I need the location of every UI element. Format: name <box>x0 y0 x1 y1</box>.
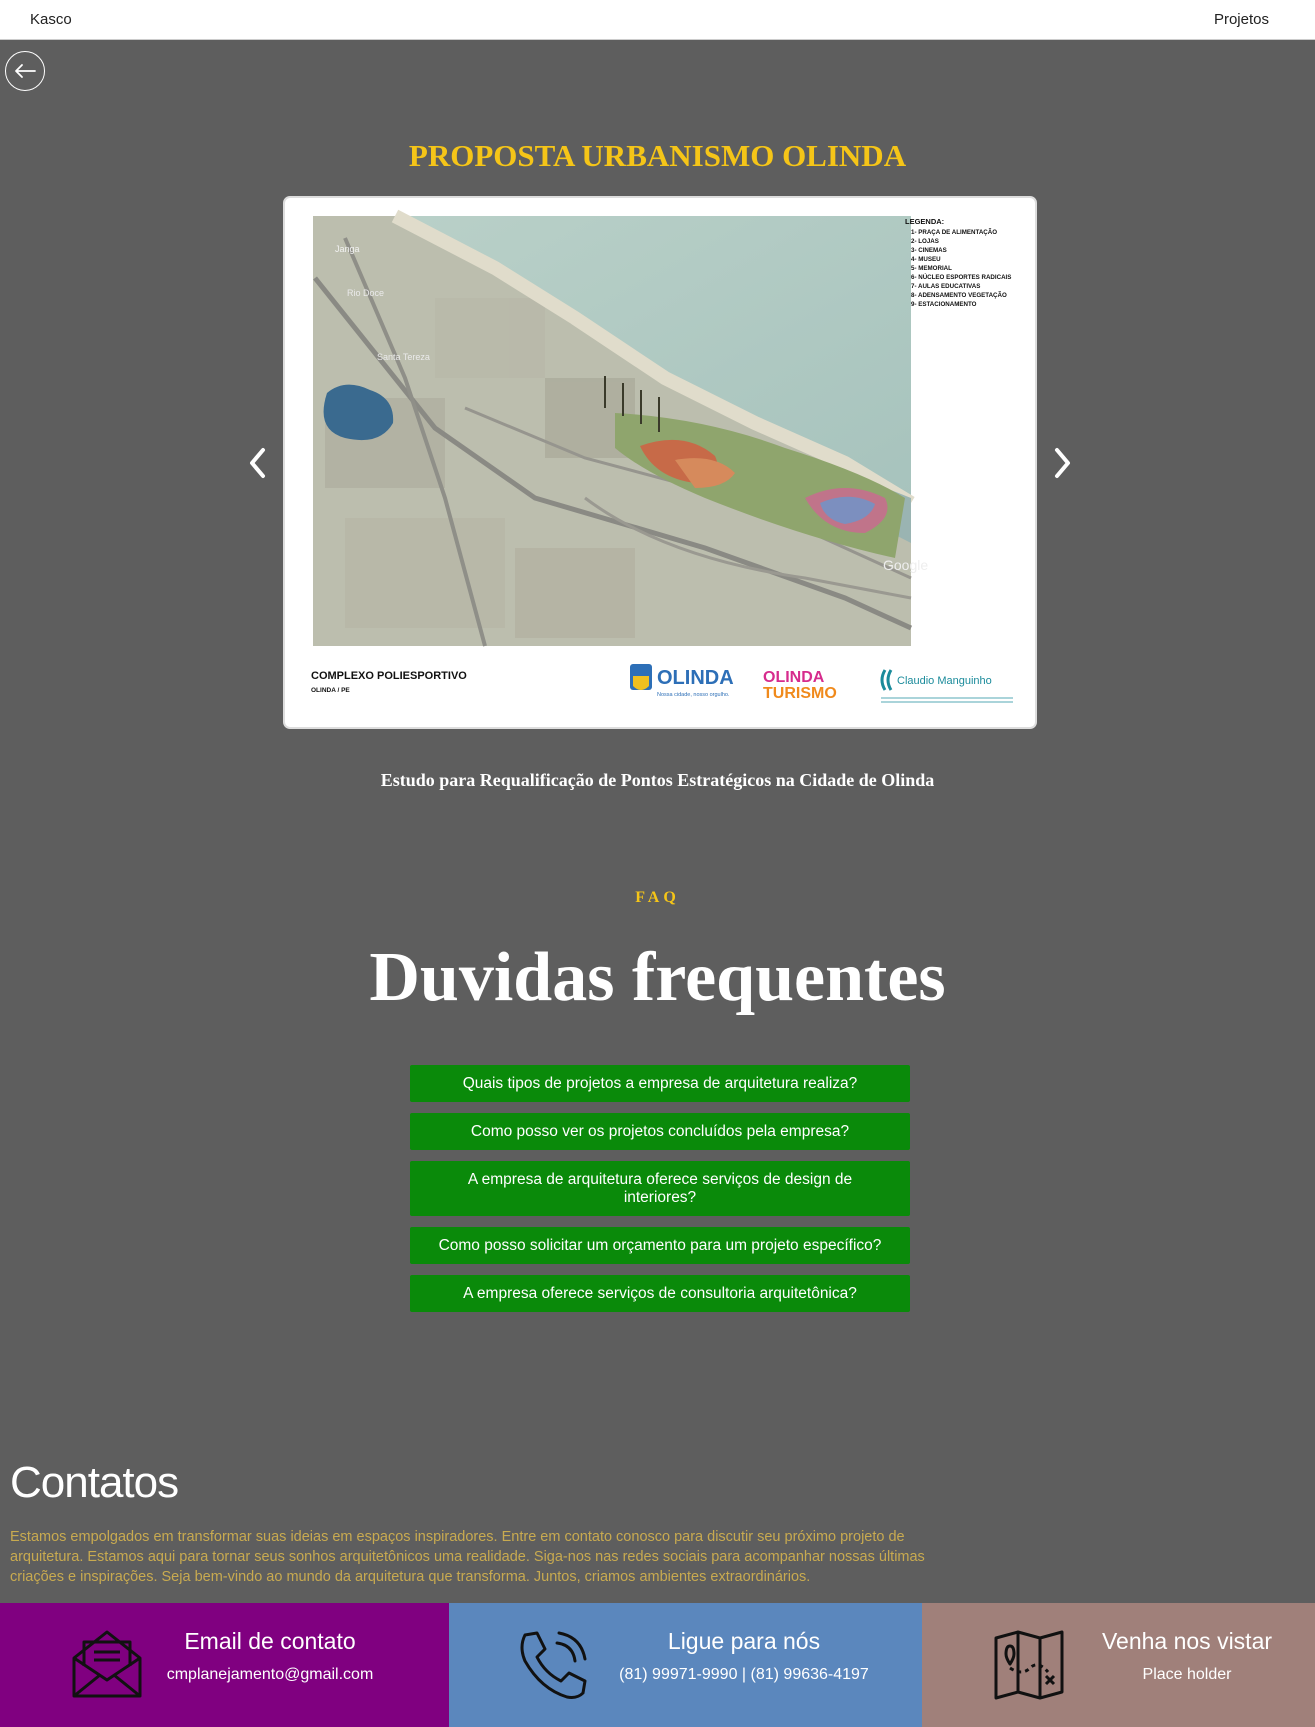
map-label-top-left: Janga <box>335 244 360 254</box>
visit-card-title: Venha nos vistar <box>1101 1628 1273 1654</box>
faq-item[interactable]: Quais tipos de projetos a empresa de arq… <box>410 1065 910 1102</box>
visit-card-value: Place holder <box>1142 1666 1232 1683</box>
project-description: Estudo para Requalificação de Pontos Est… <box>380 770 935 790</box>
legend-item: 6- NÚCLEO ESPORTES RADICAIS <box>911 274 1011 281</box>
nav-projects-link[interactable]: Projetos <box>1214 11 1269 28</box>
top-navbar: Kasco Projetos <box>0 0 1315 40</box>
legend-item: 1- PRAÇA DE ALIMENTAÇÃO <box>911 229 997 236</box>
email-card-title: Email de contato <box>184 1628 356 1654</box>
contatos-title: Contatos <box>10 1458 179 1507</box>
carousel-next-button[interactable] <box>1047 443 1077 483</box>
faq-item[interactable]: Como posso ver os projetos concluídos pe… <box>410 1113 910 1150</box>
faq-title: Duvidas frequentes <box>369 939 946 1016</box>
faq-label: FAQ <box>635 889 680 906</box>
legend-item: 5- MEMORIAL <box>911 265 952 272</box>
phone-contact-card[interactable]: Ligue para nós (81) 99971-9990 | (81) 99… <box>449 1603 922 1727</box>
legend-item: 4- MUSEU <box>911 256 941 263</box>
legend-item: 3- CINEMAS <box>911 247 947 254</box>
chevron-left-icon <box>250 448 265 478</box>
phone-icon <box>520 1631 587 1699</box>
plan-caption-title: COMPLEXO POLIESPORTIVO <box>311 670 467 682</box>
plan-caption-sub: OLINDA / PE <box>311 687 350 694</box>
email-contact-card[interactable]: Email de contato cmplanejamento@gmail.co… <box>0 1603 449 1727</box>
faq-item[interactable]: Como posso solicitar um orçamento para u… <box>410 1227 910 1264</box>
legend-title: LEGENDA: <box>905 217 944 226</box>
faq-list: Quais tipos de projetos a empresa de arq… <box>410 1065 910 1323</box>
faq-item[interactable]: A empresa de arquitetura oferece serviço… <box>410 1161 910 1216</box>
chevron-right-icon <box>1055 448 1070 478</box>
arrow-left-icon <box>15 64 36 78</box>
olinda-logo: OLINDA Nossa cidade, nosso orgulho. <box>630 664 734 698</box>
claudio-manguinho-logo: Claudio Manguinho <box>880 669 1013 703</box>
legend-item: 9- ESTACIONAMENTO <box>911 301 977 308</box>
faq-item[interactable]: A empresa oferece serviços de consultori… <box>410 1275 910 1312</box>
visit-contact-card[interactable]: Venha nos vistar Place holder <box>922 1603 1315 1727</box>
map-label-2: Rio Doce <box>347 288 384 298</box>
claudio-logo-text: Claudio Manguinho <box>897 675 992 687</box>
map-label-1: Santa Tereza <box>377 352 430 362</box>
olinda-logo-slogan: Nossa cidade, nosso orgulho. <box>657 692 730 698</box>
envelope-icon <box>72 1630 142 1698</box>
brand-logo[interactable]: Kasco <box>30 11 72 28</box>
map-icon <box>994 1630 1064 1700</box>
phone-card-value[interactable]: (81) 99971-9990 | (81) 99636-4197 <box>599 1666 889 1684</box>
turismo-logo-line-2: TURISMO <box>763 685 837 702</box>
legend-item: 2- LOJAS <box>911 238 939 245</box>
olinda-logo-text: OLINDA <box>657 667 734 689</box>
legend-item: 8- ADENSAMENTO VEGETAÇÃO <box>911 292 1007 299</box>
project-title: PROPOSTA URBANISMO OLINDA <box>408 138 907 173</box>
project-plan-image: Google Janga Santa Tereza Rio Doce LEGEN… <box>311 209 1013 703</box>
map-watermark: Google <box>883 557 928 573</box>
phone-card-title: Ligue para nós <box>667 1628 821 1654</box>
turismo-logo-line-1: OLINDA <box>763 669 825 686</box>
legend-item: 7- AULAS EDUCATIVAS <box>911 283 980 290</box>
project-carousel-slide: Google Janga Santa Tereza Rio Doce LEGEN… <box>283 196 1037 729</box>
email-card-value[interactable]: cmplanejamento@gmail.com <box>140 1666 400 1684</box>
contatos-text: Estamos empolgados em transformar suas i… <box>10 1529 925 1585</box>
carousel-prev-button[interactable] <box>243 443 273 483</box>
olinda-turismo-logo: OLINDA TURISMO <box>763 669 837 702</box>
back-button[interactable] <box>5 51 45 91</box>
